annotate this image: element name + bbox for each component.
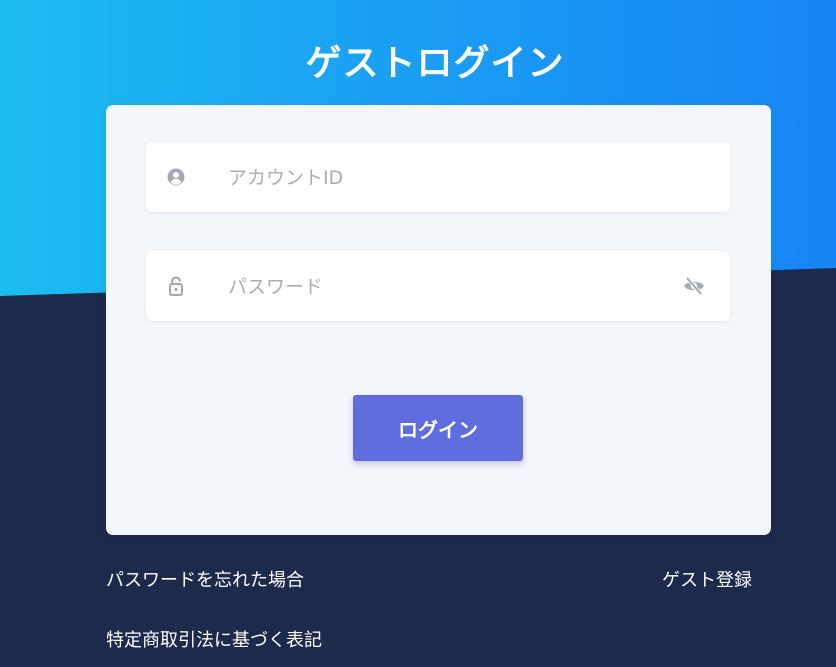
forgot-password-link[interactable]: パスワードを忘れた場合 [106, 568, 304, 594]
user-circle-icon [166, 167, 186, 187]
login-button[interactable]: ログイン [353, 395, 523, 461]
account-id-input[interactable] [226, 160, 670, 196]
commerce-law-link[interactable]: 特定商取引法に基づく表記 [106, 628, 322, 654]
lock-icon [166, 276, 186, 296]
guest-register-link[interactable]: ゲスト登録 [662, 568, 752, 594]
login-card: ログイン [106, 105, 771, 535]
password-input[interactable] [226, 269, 670, 305]
password-field[interactable] [146, 251, 730, 321]
page-title: ゲストログイン [305, 43, 565, 85]
account-id-field[interactable] [146, 142, 730, 212]
eye-off-icon[interactable] [682, 275, 706, 297]
